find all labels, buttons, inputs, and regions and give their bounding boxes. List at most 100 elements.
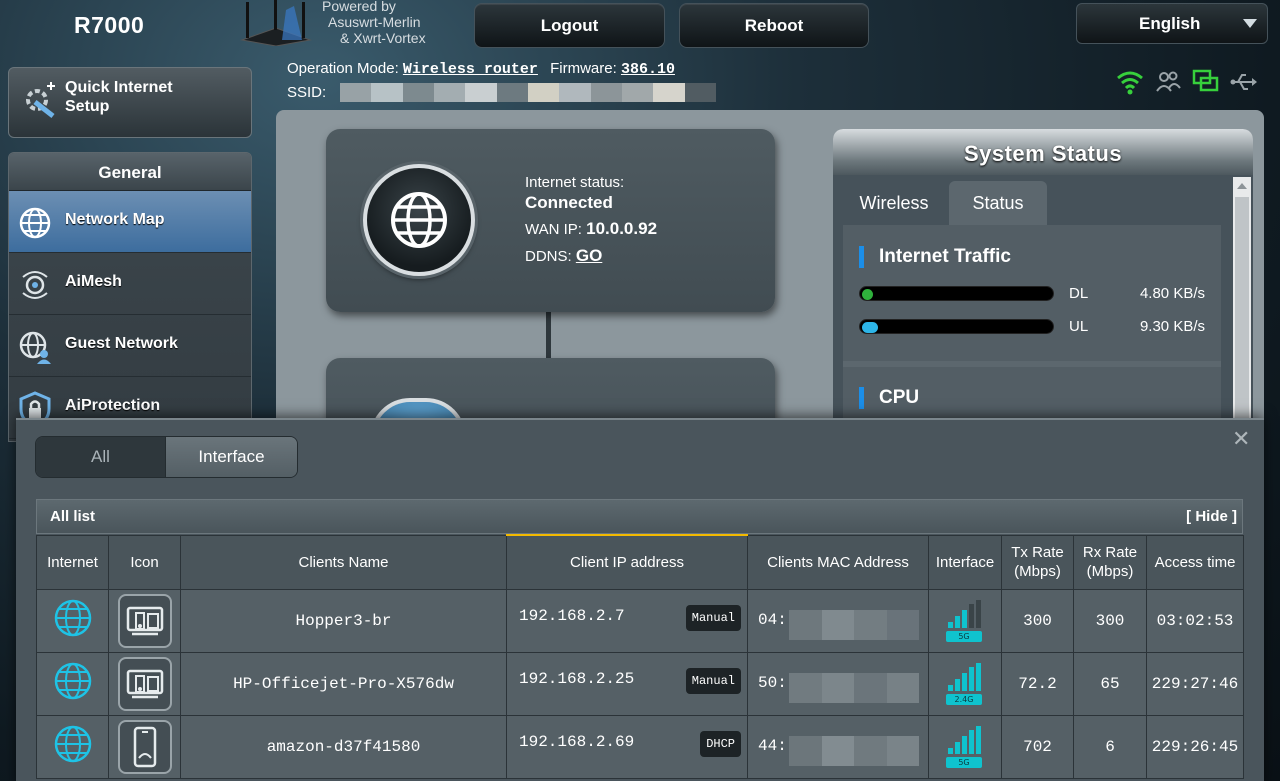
signal-strength-icon[interactable]: 5G xyxy=(946,599,984,642)
access-time: 229:27:46 xyxy=(1146,651,1244,716)
op-mode-link[interactable]: Wireless router xyxy=(403,61,538,78)
clients-icon[interactable] xyxy=(1154,69,1182,95)
sidebar-item-label: AiMesh xyxy=(65,273,122,290)
tab-wireless[interactable]: Wireless xyxy=(845,181,943,225)
op-mode-label: Operation Mode: xyxy=(287,60,399,77)
sidebar-item-network-map[interactable]: Network Map xyxy=(9,191,251,253)
client-table: Internet Icon Clients Name Client IP add… xyxy=(36,534,1244,779)
network-map-icon xyxy=(19,207,51,239)
wifi-icon[interactable] xyxy=(1116,69,1144,95)
hide-button[interactable]: [ Hide ] xyxy=(1186,508,1237,525)
pc-device-icon[interactable] xyxy=(117,593,172,648)
signal-strength-icon[interactable]: 5G xyxy=(946,725,984,768)
reboot-button[interactable]: Reboot xyxy=(679,3,869,48)
ssid-label: SSID: xyxy=(287,84,327,101)
sidebar-menu: General Network Map AiMesh Guest Network xyxy=(8,152,252,442)
system-status-title: System Status xyxy=(833,129,1253,175)
col-tx-rate[interactable]: Tx Rate (Mbps) xyxy=(1001,534,1074,590)
col-internet[interactable]: Internet xyxy=(36,534,109,590)
table-row: HP-Officejet-Pro-X576dw 192.168.2.25 Man… xyxy=(36,651,1244,716)
menu-section-title: General xyxy=(9,153,251,191)
internet-access-icon[interactable] xyxy=(53,661,93,701)
pc-device-icon[interactable] xyxy=(117,656,172,711)
internet-access-icon[interactable] xyxy=(53,598,93,638)
tab-status[interactable]: Status xyxy=(949,181,1047,225)
upload-bar xyxy=(859,319,1054,334)
sidebar-item-label: AiProtection xyxy=(65,397,161,414)
scroll-up-icon[interactable] xyxy=(1237,183,1247,189)
internet-cell[interactable] xyxy=(36,588,109,653)
mac-redacted xyxy=(789,609,919,640)
col-access-time[interactable]: Access time xyxy=(1146,534,1244,590)
firmware-link[interactable]: 386.10 xyxy=(621,61,675,78)
col-clients-name[interactable]: Clients Name xyxy=(180,534,507,590)
scrollbar-thumb[interactable] xyxy=(1235,197,1249,429)
internet-info: Internet status: Connected WAN IP: 10.0.… xyxy=(525,173,657,267)
map-connector xyxy=(546,312,551,358)
client-ip: 192.168.2.69 xyxy=(519,732,635,751)
internet-globe-icon[interactable] xyxy=(363,164,475,276)
internet-traffic-title: Internet Traffic xyxy=(859,246,1011,268)
qis-label: Quick Internet Setup xyxy=(65,79,173,115)
tab-interface[interactable]: Interface xyxy=(165,437,297,477)
system-status-scrollbar[interactable] xyxy=(1233,177,1251,429)
logout-button[interactable]: Logout xyxy=(474,3,665,48)
band-badge: 2.4G xyxy=(946,693,982,705)
col-interface[interactable]: Interface xyxy=(928,534,1002,590)
quick-internet-setup-button[interactable]: Quick Internet Setup xyxy=(8,67,252,138)
client-name[interactable]: HP-Officejet-Pro-X576dw xyxy=(180,651,507,716)
system-status-tabs: Wireless Status xyxy=(833,181,1233,225)
table-row: Hopper3-br 192.168.2.7 Manual 04: 5G 300… xyxy=(36,588,1244,653)
client-ip: 192.168.2.7 xyxy=(519,606,625,625)
language-select[interactable]: English xyxy=(1076,3,1268,44)
upload-row: UL 9.30 KB/s xyxy=(859,318,1205,336)
tab-all[interactable]: All xyxy=(36,437,165,477)
client-list-header: All list [ Hide ] xyxy=(36,499,1243,534)
ip-type-badge: Manual xyxy=(685,604,741,631)
chevron-down-icon xyxy=(1243,19,1257,28)
client-name[interactable]: amazon-d37f41580 xyxy=(180,714,507,779)
tx-rate: 72.2 xyxy=(1001,651,1074,716)
upload-label: UL xyxy=(1069,318,1089,335)
table-header-row: Internet Icon Clients Name Client IP add… xyxy=(36,534,1244,590)
network-status-icon[interactable] xyxy=(1192,69,1220,95)
system-status-panel: System Status Wireless Status Internet T… xyxy=(833,129,1253,429)
sidebar-item-label: Network Map xyxy=(65,211,165,228)
client-mac: 50: xyxy=(758,673,787,692)
col-rx-rate[interactable]: Rx Rate (Mbps) xyxy=(1073,534,1147,590)
usb-icon[interactable] xyxy=(1230,69,1258,95)
firmware-label: Firmware: xyxy=(550,60,617,77)
col-icon[interactable]: Icon xyxy=(108,534,181,590)
phone-device-icon[interactable] xyxy=(117,719,172,774)
col-mac-address[interactable]: Clients MAC Address xyxy=(747,534,929,590)
client-name[interactable]: Hopper3-br xyxy=(180,588,507,653)
mac-redacted xyxy=(789,672,919,703)
rx-rate: 6 xyxy=(1073,714,1147,779)
download-bar-fill xyxy=(862,289,873,300)
col-client-ip[interactable]: Client IP address xyxy=(506,534,748,590)
signal-strength-icon[interactable]: 2.4G xyxy=(946,662,984,705)
router-model: R7000 xyxy=(74,12,145,38)
ddns-label: DDNS: xyxy=(525,248,572,265)
band-badge: 5G xyxy=(946,630,982,642)
router-image xyxy=(240,0,312,46)
ddns-go-link[interactable]: GO xyxy=(576,246,602,265)
ssid-redacted xyxy=(340,83,716,102)
status-icons xyxy=(1116,68,1258,96)
internet-access-icon[interactable] xyxy=(53,724,93,764)
band-badge: 5G xyxy=(946,756,982,768)
download-bar xyxy=(859,286,1054,301)
internet-cell[interactable] xyxy=(36,714,109,779)
download-row: DL 4.80 KB/s xyxy=(859,285,1205,303)
sidebar-item-guest-network[interactable]: Guest Network xyxy=(9,315,251,377)
internet-cell[interactable] xyxy=(36,651,109,716)
close-icon[interactable]: ✕ xyxy=(1232,426,1250,452)
sidebar-item-label: Guest Network xyxy=(65,335,178,352)
sidebar-item-aimesh[interactable]: AiMesh xyxy=(9,253,251,315)
download-value: 4.80 KB/s xyxy=(1139,285,1205,302)
upload-value: 9.30 KB/s xyxy=(1139,318,1205,335)
guest-network-icon xyxy=(19,331,51,364)
internet-traffic-section: Internet Traffic DL 4.80 KB/s UL 9.30 KB… xyxy=(843,225,1221,361)
table-row: amazon-d37f41580 192.168.2.69 DHCP 44: 5… xyxy=(36,714,1244,779)
internet-status-value: Connected xyxy=(525,193,613,212)
